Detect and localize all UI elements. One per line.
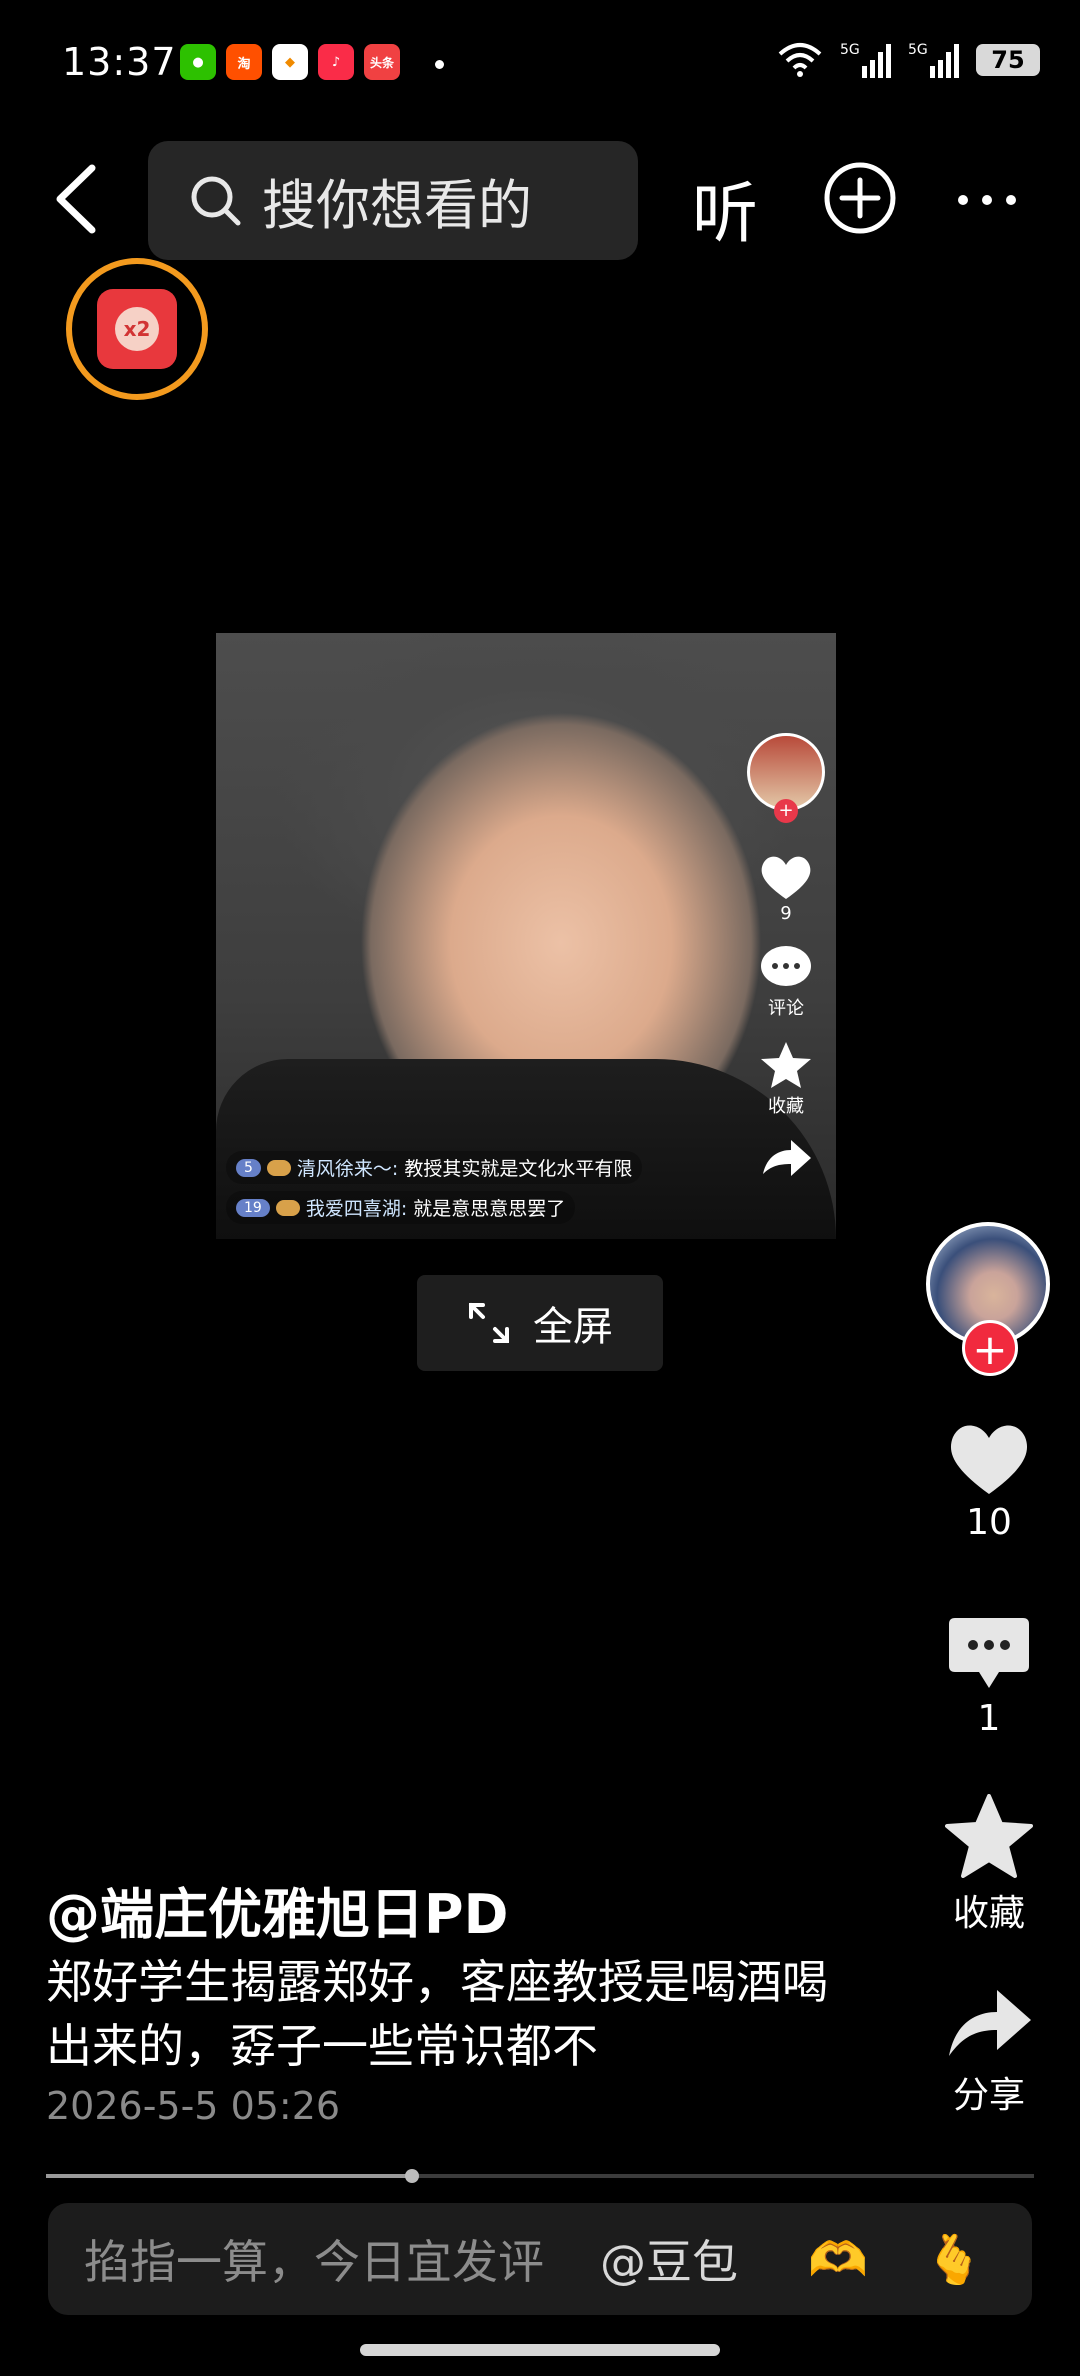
live-comment-1: 5 清风徐来～: 教授其实就是文化水平有限 [226, 1151, 643, 1184]
search-placeholder: 搜你想看的 [262, 174, 532, 237]
heart-hands-emoji-icon[interactable]: 🫶 [808, 2231, 868, 2288]
live-comment-2: 19 我爱四喜湖: 就是意思意思罢了 [226, 1191, 576, 1224]
signal-5g-icon-1: 5G [840, 42, 891, 78]
search-bar[interactable]: 搜你想看的 [148, 141, 638, 260]
live-comment-user: 清风徐来～: [296, 1158, 399, 1180]
inner-comment-icon [761, 946, 811, 986]
inner-follow-icon: + [774, 799, 798, 823]
inner-like-count: 9 [780, 903, 792, 924]
system-indicators: 5G 5G 75 [776, 40, 1040, 80]
fan-badge-icon [275, 1199, 300, 1216]
inner-comment-label: 评论 [768, 998, 804, 1019]
share-label: 分享 [952, 2075, 1025, 2116]
status-bar: 13:37 ● 淘 ◆ ♪ 头条 5G 5G 75 [0, 0, 1080, 120]
like-count: 10 [966, 1502, 1012, 1543]
wifi-icon [778, 43, 822, 77]
heart-icon [950, 1425, 1028, 1494]
search-icon [191, 176, 241, 225]
svg-text:5G: 5G [840, 42, 860, 58]
music-icon: ♪ [318, 44, 354, 80]
toutiao-icon: 头条 [364, 44, 400, 80]
inner-share-icon [763, 1140, 811, 1176]
add-icon[interactable] [822, 160, 898, 236]
fullscreen-button[interactable]: 全屏 [417, 1275, 663, 1371]
fan-badge-icon [266, 1159, 291, 1176]
comment-input-bar[interactable]: 掐指一算，今日宜发评 @豆包 🫶 🫰 [48, 2203, 1032, 2315]
playback-progress-bar[interactable] [46, 2169, 1034, 2183]
comment-count: 1 [977, 1698, 1001, 1739]
finger-heart-emoji-icon[interactable]: 🫰 [924, 2231, 984, 2288]
back-arrow-icon[interactable] [48, 162, 108, 236]
wechat-icon: ● [180, 44, 216, 80]
fullscreen-label: 全屏 [533, 1304, 613, 1350]
share-button[interactable]: 分享 [919, 1984, 1059, 2118]
star-icon [945, 1794, 1033, 1878]
progress-fill [46, 2174, 412, 2178]
more-options-icon[interactable] [958, 195, 1016, 205]
comment-button[interactable]: 1 [919, 1616, 1059, 1739]
progress-handle[interactable] [404, 2169, 419, 2183]
red-packet-icon: x2 [97, 289, 177, 369]
video-player[interactable]: + 9 评论 收藏 5 清风徐来～: 教授其实就是文化水平有限 19 我爱四喜湖… [216, 633, 836, 1239]
mention-doubao-button[interactable]: @豆包 [600, 2226, 738, 2292]
signal-5g-icon-2: 5G [908, 42, 959, 78]
post-date: 2026-5-5 05:26 [46, 2084, 341, 2128]
like-button[interactable]: 10 [919, 1420, 1059, 1543]
comment-icon [949, 1618, 1029, 1688]
status-time: 13:37 [62, 40, 177, 84]
user-level-badge: 19 [236, 1198, 270, 1217]
notification-icons: ● 淘 ◆ ♪ 头条 [180, 44, 400, 80]
live-comment-text: 就是意思意思罢了 [413, 1198, 566, 1220]
share-icon [949, 1990, 1031, 2056]
live-comment-text: 教授其实就是文化水平有限 [404, 1158, 633, 1180]
favorite-button[interactable]: 收藏 [919, 1794, 1059, 1936]
inner-star-icon [761, 1042, 811, 1088]
expand-icon [469, 1303, 509, 1343]
listen-button[interactable]: 听 [692, 160, 758, 256]
user-level-badge: 5 [236, 1158, 261, 1177]
more-notifications-dot [435, 60, 444, 69]
mini-app-icon: ◆ [272, 44, 308, 80]
follow-plus-icon[interactable]: + [962, 1320, 1018, 1376]
video-inner-actions: + 9 评论 收藏 [746, 733, 826, 1178]
home-indicator[interactable] [360, 2344, 720, 2356]
favorite-label: 收藏 [952, 1893, 1025, 1934]
author-handle[interactable]: @端庄优雅旭日PD [46, 1870, 508, 1949]
red-packet-button[interactable]: x2 [66, 258, 208, 400]
inner-favorite-label: 收藏 [768, 1096, 804, 1117]
post-description: 郑好学生揭露郑好，客座教授是喝酒喝出来的，孬子一些常识都不 [46, 1955, 828, 2073]
live-comment-user: 我爱四喜湖: [305, 1198, 408, 1220]
taobao-icon: 淘 [226, 44, 262, 80]
comment-placeholder: 掐指一算，今日宜发评 [84, 2235, 544, 2289]
red-packet-multiplier: x2 [115, 307, 159, 351]
svg-text:5G: 5G [908, 42, 928, 58]
battery-indicator: 75 [976, 44, 1040, 76]
inner-heart-icon [761, 856, 811, 899]
